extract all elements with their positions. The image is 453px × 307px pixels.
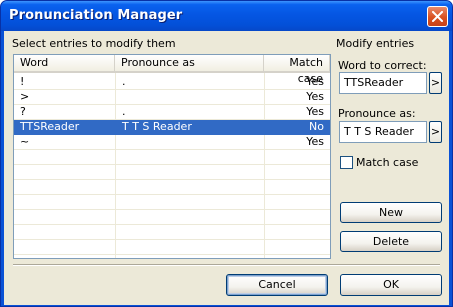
cell-word: ! bbox=[20, 75, 25, 88]
table-row-empty bbox=[14, 195, 330, 210]
table-row-empty bbox=[14, 210, 330, 225]
table-row-empty bbox=[14, 165, 330, 180]
cell-pronounce bbox=[122, 135, 262, 149]
match-case-label: Match case bbox=[356, 156, 419, 169]
close-button[interactable] bbox=[427, 6, 448, 27]
close-icon bbox=[432, 11, 443, 22]
cell-pronounce: . bbox=[122, 105, 126, 118]
cell-match-case: Yes bbox=[306, 105, 324, 118]
word-to-correct-label: Word to correct: bbox=[338, 59, 427, 72]
pronunciation-table[interactable]: Word Pronounce as Match case ! . Yes > Y… bbox=[13, 54, 331, 259]
table-row[interactable]: ! . Yes bbox=[14, 75, 330, 90]
title-bar[interactable]: Pronunciation Manager bbox=[1, 1, 452, 31]
column-header-word[interactable]: Word bbox=[14, 55, 115, 71]
cell-match-case: Yes bbox=[306, 75, 324, 88]
table-row-empty bbox=[14, 180, 330, 195]
cell-word: ? bbox=[20, 105, 26, 118]
dialog-body: Select entries to modify them Word Prono… bbox=[4, 31, 449, 305]
cell-pronounce bbox=[122, 90, 262, 104]
column-header-match-case[interactable]: Match case bbox=[264, 55, 330, 85]
new-button[interactable]: New bbox=[340, 202, 442, 223]
delete-button[interactable]: Delete bbox=[340, 231, 442, 252]
cell-match-case: Yes bbox=[306, 90, 324, 103]
cancel-button[interactable]: Cancel bbox=[226, 274, 328, 296]
cell-word: ~ bbox=[20, 135, 30, 148]
table-row[interactable]: ? . Yes bbox=[14, 105, 330, 120]
cell-match-case: Yes bbox=[306, 135, 324, 148]
table-row-empty bbox=[14, 240, 330, 255]
word-insert-button[interactable]: > bbox=[429, 72, 442, 94]
word-to-correct-input[interactable]: TTSReader bbox=[339, 72, 427, 94]
table-row-empty bbox=[14, 150, 330, 165]
match-case-checkbox[interactable] bbox=[340, 156, 353, 169]
column-header-pronounce[interactable]: Pronounce as bbox=[115, 55, 264, 71]
cell-pronounce: T T S Reader bbox=[122, 120, 192, 133]
table-row-selected[interactable]: TTSReader T T S Reader No bbox=[14, 120, 330, 135]
table-row[interactable]: > Yes bbox=[14, 90, 330, 105]
cell-match-case: No bbox=[309, 120, 324, 133]
ok-button[interactable]: OK bbox=[340, 274, 442, 296]
list-instructions: Select entries to modify them bbox=[12, 37, 176, 50]
pronounce-insert-button[interactable]: > bbox=[429, 121, 442, 143]
cell-pronounce: . bbox=[122, 75, 126, 88]
cell-word: > bbox=[20, 90, 30, 103]
window-title: Pronunciation Manager bbox=[9, 8, 183, 23]
table-header: Word Pronounce as Match case bbox=[14, 55, 330, 85]
pronounce-as-label: Pronounce as: bbox=[338, 107, 416, 120]
modify-entries-label: Modify entries bbox=[336, 37, 415, 50]
dialog-window: Pronunciation Manager Select entries to … bbox=[0, 0, 453, 307]
footer-divider bbox=[13, 264, 440, 266]
table-row[interactable]: ~ Yes bbox=[14, 135, 330, 150]
pronounce-as-input[interactable]: T T S Reader bbox=[339, 121, 427, 143]
cell-word: TTSReader bbox=[20, 120, 80, 133]
table-row-empty bbox=[14, 225, 330, 240]
